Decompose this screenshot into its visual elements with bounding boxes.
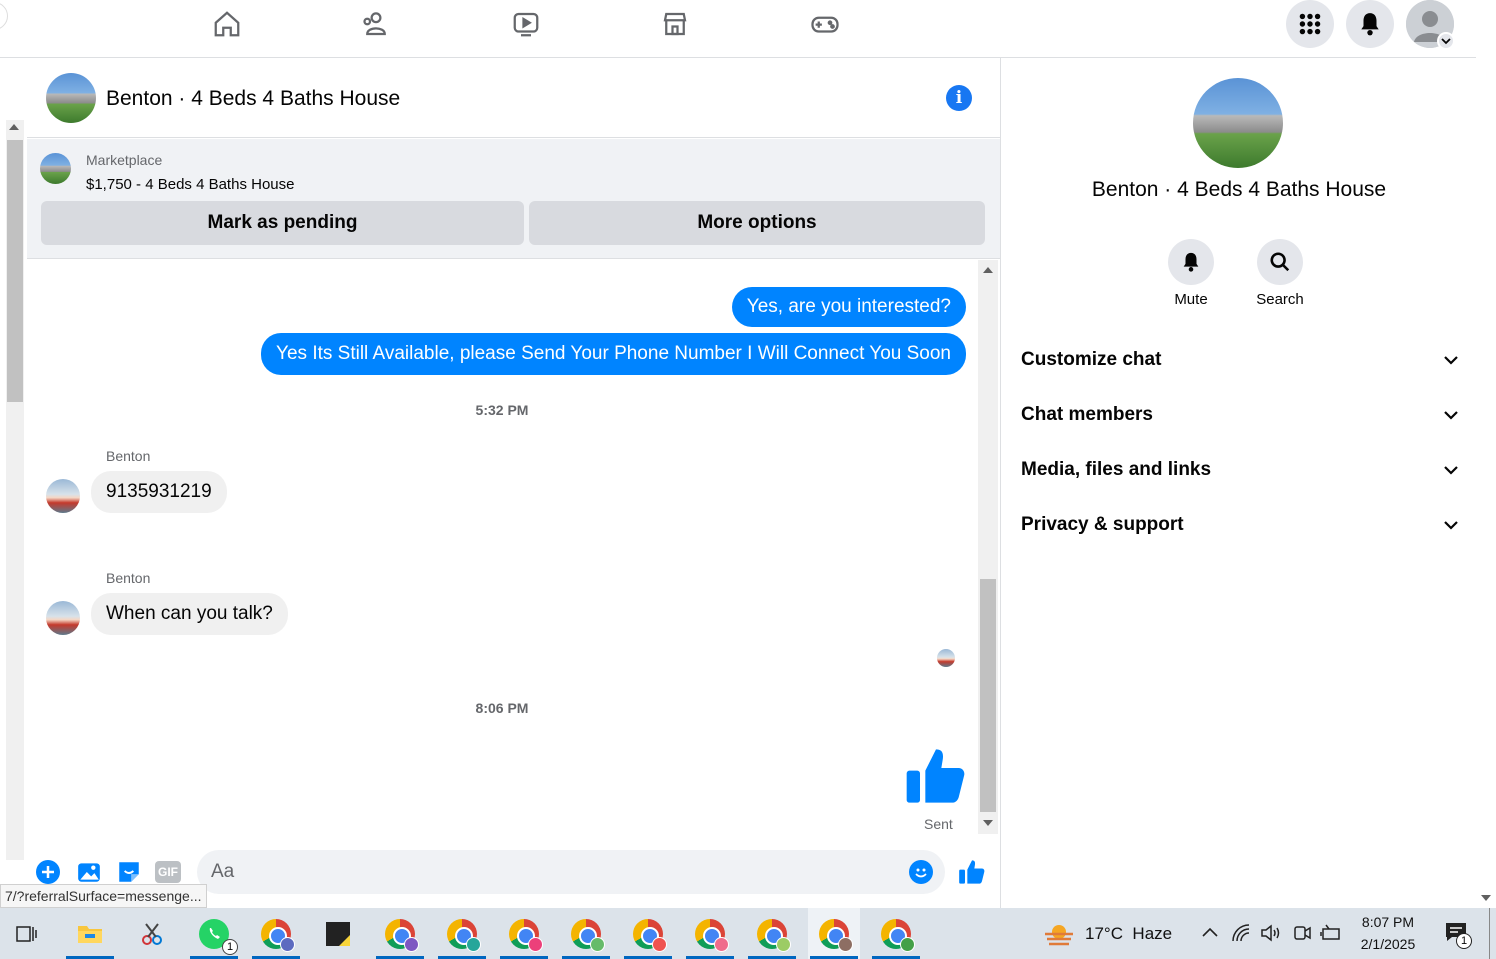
- whatsapp-icon[interactable]: 1: [188, 908, 240, 959]
- whatsapp-badge: 1: [222, 938, 238, 955]
- section-label: Chat members: [1021, 404, 1153, 425]
- chrome-profile-icon[interactable]: [436, 908, 488, 959]
- wifi-icon[interactable]: [1231, 923, 1253, 948]
- chrome-profile-icon[interactable]: [684, 908, 736, 959]
- chevron-up-icon[interactable]: [1200, 923, 1220, 948]
- section-media-files-links[interactable]: Media, files and links: [1021, 450, 1459, 490]
- message-input[interactable]: Aa: [197, 850, 945, 894]
- chevron-down-icon[interactable]: [1437, 32, 1455, 50]
- watch-icon[interactable]: [506, 6, 546, 42]
- chevron-down-icon: [1444, 411, 1458, 420]
- chrome-profile-icon[interactable]: [560, 908, 612, 959]
- mute-button[interactable]: [1168, 239, 1214, 285]
- notifications-icon[interactable]: [1346, 0, 1394, 48]
- file-explorer-icon[interactable]: [64, 908, 116, 959]
- notification-center-icon[interactable]: 1: [1444, 921, 1472, 949]
- chevron-down-icon: [1444, 356, 1458, 365]
- top-navigation: [0, 0, 1476, 58]
- scroll-down-arrow-icon[interactable]: [1481, 895, 1491, 901]
- meet-now-icon[interactable]: [1292, 923, 1312, 948]
- battery-icon[interactable]: [1320, 923, 1342, 948]
- info-icon[interactable]: i: [946, 85, 972, 111]
- listing-title[interactable]: $1,750 - 4 Beds 4 Baths House: [86, 176, 294, 193]
- chat-title[interactable]: Benton · 4 Beds 4 Baths House: [106, 87, 400, 111]
- menu-grid-icon[interactable]: [1286, 0, 1334, 48]
- chrome-profile-icon[interactable]: [250, 908, 302, 959]
- send-like-icon[interactable]: [958, 858, 986, 891]
- sender-name: Benton: [106, 448, 151, 464]
- timestamp: 5:32 PM: [475, 402, 529, 418]
- mark-as-pending-button[interactable]: Mark as pending: [41, 201, 524, 245]
- friends-icon[interactable]: [356, 6, 396, 42]
- chrome-profile-icon[interactable]: [498, 908, 550, 959]
- home-icon[interactable]: [207, 6, 247, 42]
- search-icon: [1270, 252, 1290, 272]
- notification-badge: 1: [1456, 933, 1472, 949]
- emoji-icon[interactable]: [909, 860, 933, 884]
- sticky-notes-icon[interactable]: [312, 908, 364, 959]
- scroll-down-arrow-icon[interactable]: [983, 820, 993, 826]
- message-placeholder: Aa: [211, 861, 235, 882]
- weather-text[interactable]: 17°C Haze: [1085, 924, 1172, 944]
- gaming-icon[interactable]: [805, 6, 845, 42]
- chevron-down-icon: [1444, 521, 1458, 530]
- listing-thumbnail[interactable]: [40, 153, 71, 184]
- section-privacy-support[interactable]: Privacy & support: [1021, 505, 1459, 545]
- taskbar: 1 17°C Haze 8:07 PM 2/1/2025 1: [0, 908, 1496, 959]
- scroll-up-arrow-icon[interactable]: [9, 124, 19, 130]
- sender-avatar[interactable]: [46, 601, 80, 635]
- thumbs-up-icon[interactable]: [904, 744, 968, 813]
- search-label: Search: [1256, 291, 1304, 308]
- bell-icon: [1183, 252, 1199, 272]
- scroll-up-arrow-icon[interactable]: [983, 267, 993, 273]
- gif-icon[interactable]: GIF: [155, 861, 181, 883]
- marketplace-label: Marketplace: [86, 152, 163, 168]
- chrome-profile-icon[interactable]: [374, 908, 426, 959]
- section-label: Privacy & support: [1021, 514, 1184, 535]
- more-options-button[interactable]: More options: [529, 201, 985, 245]
- volume-icon[interactable]: [1260, 923, 1282, 948]
- chat-header: Benton · 4 Beds 4 Baths House i: [27, 58, 1000, 138]
- section-label: Media, files and links: [1021, 459, 1212, 480]
- message-outgoing[interactable]: Yes, are you interested?: [731, 287, 966, 327]
- sender-name: Benton: [106, 570, 151, 586]
- sent-status: Sent: [924, 816, 953, 832]
- section-label: Customize chat: [1021, 349, 1162, 370]
- chrome-profile-icon[interactable]: [746, 908, 798, 959]
- listing-avatar[interactable]: [46, 73, 96, 123]
- chrome-profile-icon[interactable]: [622, 908, 674, 959]
- mute-label: Mute: [1174, 291, 1208, 308]
- chrome-profile-icon[interactable]: [808, 908, 860, 959]
- marketplace-banner: Marketplace $1,750 - 4 Beds 4 Baths Hous…: [27, 139, 1000, 259]
- plus-icon[interactable]: [36, 860, 60, 884]
- show-desktop-edge[interactable]: [1489, 908, 1490, 959]
- section-customize-chat[interactable]: Customize chat: [1021, 340, 1459, 380]
- left-edge-circle: [0, 2, 8, 30]
- listing-large-avatar[interactable]: [1193, 78, 1283, 168]
- message-incoming[interactable]: When can you talk?: [91, 593, 288, 635]
- read-receipt-avatar: [937, 649, 955, 667]
- clock-time[interactable]: 8:07 PM: [1352, 914, 1424, 930]
- task-view-icon[interactable]: [0, 908, 52, 959]
- sender-avatar[interactable]: [46, 479, 80, 513]
- snipping-tool-icon[interactable]: [126, 908, 178, 959]
- page-scrollbar[interactable]: [1476, 0, 1496, 908]
- chat-scrollbar-thumb[interactable]: [980, 579, 996, 812]
- conversation-info-panel: Benton · 4 Beds 4 Baths House Mute Searc…: [1002, 58, 1476, 908]
- message-outgoing[interactable]: Yes Its Still Available, please Send You…: [261, 333, 966, 375]
- chrome-profile-icon[interactable]: [870, 908, 922, 959]
- marketplace-icon[interactable]: [655, 6, 695, 42]
- info-title: Benton · 4 Beds 4 Baths House: [1091, 178, 1387, 201]
- chevron-down-icon: [1444, 466, 1458, 475]
- status-url: 7/?referralSurface=messenge...: [0, 884, 207, 908]
- haze-icon[interactable]: [1043, 920, 1075, 953]
- section-chat-members[interactable]: Chat members: [1021, 395, 1459, 435]
- left-scrollbar-thumb[interactable]: [7, 140, 23, 402]
- clock-date[interactable]: 2/1/2025: [1352, 936, 1424, 952]
- timestamp: 8:06 PM: [475, 700, 529, 716]
- chat-panel: Benton · 4 Beds 4 Baths House i Marketpl…: [27, 58, 1001, 908]
- search-button[interactable]: [1257, 239, 1303, 285]
- message-incoming[interactable]: 9135931219: [91, 471, 227, 513]
